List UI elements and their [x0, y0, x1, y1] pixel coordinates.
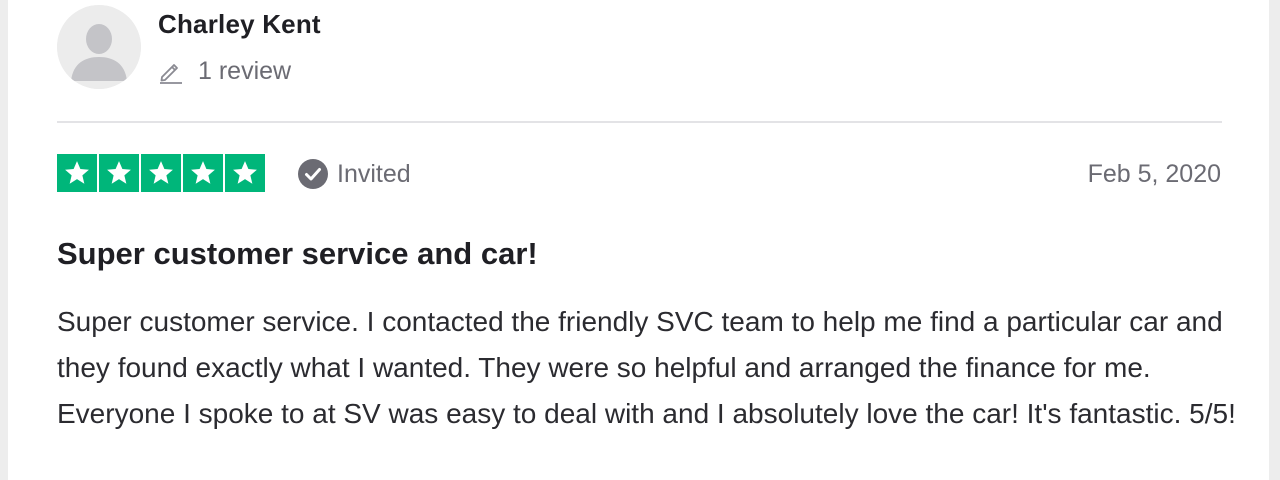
star-rating	[57, 154, 265, 192]
review-count-label: 1 review	[198, 56, 292, 85]
star-icon	[57, 154, 97, 192]
pencil-icon	[158, 58, 184, 84]
check-circle-icon	[297, 158, 329, 190]
review-title[interactable]: Super customer service and car!	[57, 234, 538, 274]
review-count[interactable]: 1 review	[158, 54, 291, 88]
star-icon	[183, 154, 223, 192]
avatar[interactable]	[57, 5, 141, 89]
review-card: Charley Kent 1 review Invited Feb 5, 202…	[8, 0, 1269, 480]
review-body: Super customer service. I contacted the …	[57, 306, 1236, 429]
star-icon	[225, 154, 265, 192]
star-icon	[141, 154, 181, 192]
invited-badge[interactable]: Invited	[297, 156, 411, 192]
invited-label: Invited	[337, 159, 411, 188]
user-silhouette-icon	[57, 5, 141, 89]
review-date: Feb 5, 2020	[1087, 160, 1221, 188]
star-icon	[99, 154, 139, 192]
divider	[57, 121, 1222, 123]
reviewer-name[interactable]: Charley Kent	[158, 8, 321, 40]
